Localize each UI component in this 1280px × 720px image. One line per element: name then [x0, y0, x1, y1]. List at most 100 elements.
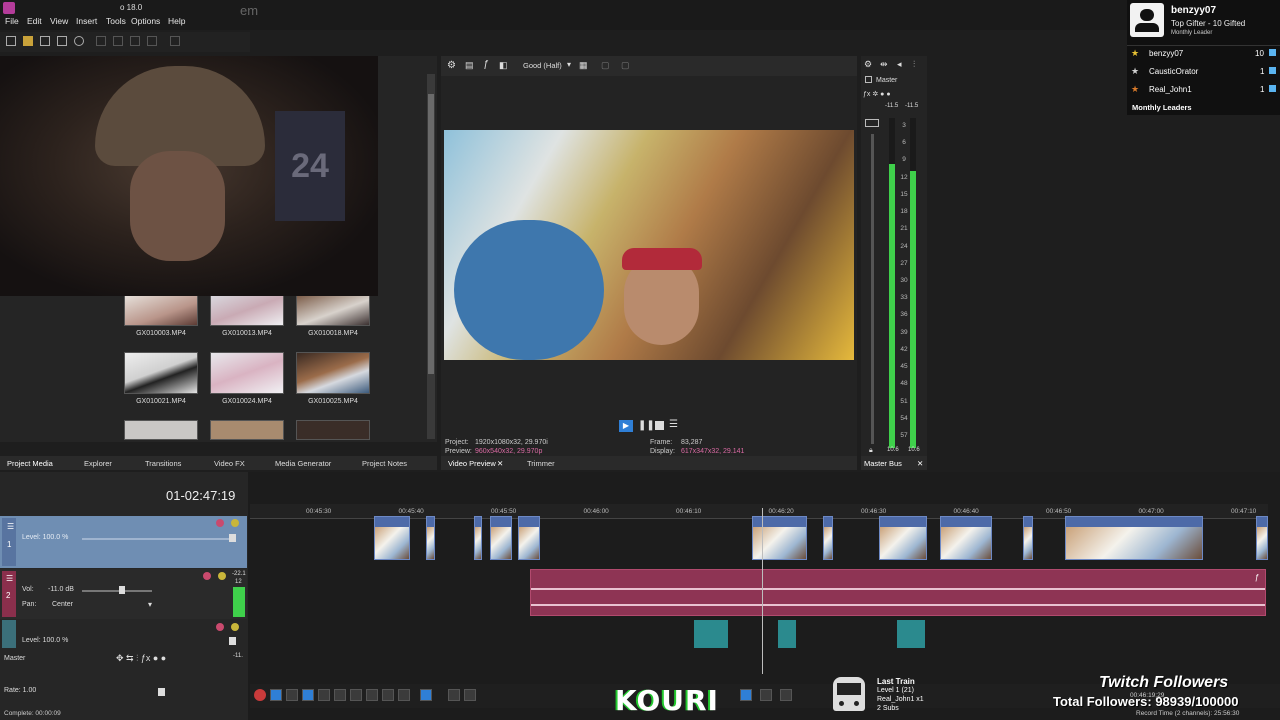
save-icon[interactable]: [40, 36, 50, 46]
envelope-tool-button[interactable]: [448, 689, 460, 701]
mute-icon[interactable]: [216, 519, 224, 527]
settings-icon[interactable]: ⚙: [864, 59, 872, 70]
dim-icon[interactable]: ◂: [897, 59, 902, 70]
media-thumbnail[interactable]: [210, 294, 284, 326]
audio-clip[interactable]: ƒ: [530, 569, 1266, 616]
tab-explorer[interactable]: Explorer: [84, 459, 112, 468]
new-file-icon[interactable]: [6, 36, 16, 46]
tab-trimmer[interactable]: Trimmer: [527, 459, 555, 468]
video-clip[interactable]: [374, 516, 410, 560]
pause-button[interactable]: [318, 689, 330, 701]
level-track-header[interactable]: Level: 100.0 %: [0, 620, 247, 650]
media-thumbnail[interactable]: [296, 420, 370, 440]
media-thumbnail[interactable]: [210, 352, 284, 394]
record-button[interactable]: [254, 689, 266, 701]
settings-icon[interactable]: [74, 36, 84, 46]
stop-button[interactable]: [655, 421, 664, 430]
pause-button[interactable]: ❚❚: [638, 420, 655, 431]
overlay-clip[interactable]: [778, 620, 796, 648]
fx-icon[interactable]: ƒ: [1255, 573, 1259, 582]
save-as-icon[interactable]: [57, 36, 67, 46]
video-clip[interactable]: [426, 516, 435, 560]
video-clip[interactable]: [474, 516, 482, 560]
playhead[interactable]: [762, 508, 763, 674]
preview-quality-dropdown[interactable]: Good (Half): [523, 61, 562, 70]
downmix-icon[interactable]: ⇹: [880, 59, 888, 70]
solo-icon[interactable]: [218, 572, 226, 580]
edit-tool-button[interactable]: [420, 689, 432, 701]
menu-tools[interactable]: Tools: [106, 16, 126, 26]
media-scrollbar[interactable]: [427, 74, 435, 439]
master-fx-icons[interactable]: ƒx ✲ ● ●: [863, 90, 891, 98]
selection-tool-button[interactable]: [464, 689, 476, 701]
undo-icon[interactable]: [147, 36, 157, 46]
snapping-button[interactable]: [740, 689, 752, 701]
media-thumbnail[interactable]: [210, 420, 284, 440]
master-row-icons[interactable]: ✥ ⇆ ⫶ ƒx ● ●: [116, 653, 166, 664]
rate-handle[interactable]: [158, 688, 165, 696]
link-faders-button[interactable]: [865, 119, 879, 127]
tab-media-generator[interactable]: Media Generator: [275, 459, 331, 468]
media-thumbnail[interactable]: [124, 352, 198, 394]
menu-view[interactable]: View: [50, 16, 68, 26]
close-icon[interactable]: ✕: [497, 459, 503, 468]
video-clip[interactable]: [940, 516, 992, 560]
video-clip[interactable]: [1256, 516, 1268, 560]
menu-help[interactable]: Help: [168, 16, 185, 26]
settings-icon[interactable]: ⚙: [447, 60, 456, 71]
video-clip[interactable]: [823, 516, 833, 560]
video-clip[interactable]: [1065, 516, 1203, 560]
menu-insert[interactable]: Insert: [76, 16, 97, 26]
go-to-end-button[interactable]: [366, 689, 378, 701]
chevron-down-icon[interactable]: ▾: [567, 60, 571, 69]
master-fader-track[interactable]: [871, 134, 874, 444]
tab-project-notes[interactable]: Project Notes: [362, 459, 407, 468]
play-button[interactable]: ▶: [619, 420, 633, 432]
properties-icon[interactable]: ▤: [465, 60, 474, 71]
level-handle[interactable]: [229, 637, 236, 645]
menu-edit[interactable]: Edit: [27, 16, 42, 26]
vol-handle[interactable]: [119, 586, 125, 594]
prev-frame-button[interactable]: [382, 689, 394, 701]
play-from-start-button[interactable]: [286, 689, 298, 701]
menu-options[interactable]: Options: [131, 16, 160, 26]
vol-slider[interactable]: [82, 590, 152, 592]
tab-video-preview[interactable]: Video Preview: [448, 459, 496, 468]
tab-master-bus[interactable]: Master Bus: [864, 459, 902, 468]
loop-button[interactable]: [270, 689, 282, 701]
video-level-handle[interactable]: [229, 534, 236, 542]
video-clip[interactable]: [518, 516, 540, 560]
video-clip[interactable]: [752, 516, 807, 560]
overlays-icon[interactable]: ▦: [579, 60, 588, 71]
menu-file[interactable]: File: [5, 16, 19, 26]
overlay-clip[interactable]: [897, 620, 925, 648]
mute-icon[interactable]: [216, 623, 224, 631]
solo-icon[interactable]: [231, 623, 239, 631]
tab-project-media[interactable]: Project Media: [7, 459, 53, 468]
media-thumbnail[interactable]: [296, 352, 370, 394]
video-level-slider[interactable]: [82, 538, 230, 540]
mute-icon[interactable]: [203, 572, 211, 580]
video-clip[interactable]: [490, 516, 512, 560]
stop-button[interactable]: [334, 689, 346, 701]
solo-icon[interactable]: [231, 519, 239, 527]
next-frame-button[interactable]: [398, 689, 410, 701]
media-thumbnail[interactable]: [124, 420, 198, 440]
go-to-start-button[interactable]: [350, 689, 362, 701]
mixer-icon[interactable]: ⫶: [913, 59, 915, 70]
paste-icon[interactable]: [130, 36, 140, 46]
fx-icon[interactable]: ƒ: [483, 59, 489, 70]
open-folder-icon[interactable]: [23, 36, 33, 46]
auto-ripple-button[interactable]: [760, 689, 772, 701]
media-thumbnail[interactable]: [124, 294, 198, 326]
tab-transitions[interactable]: Transitions: [145, 459, 181, 468]
copy-snapshot-icon[interactable]: ▢: [601, 60, 610, 71]
cut-icon[interactable]: [96, 36, 106, 46]
master-checkbox[interactable]: [865, 76, 872, 83]
menu-icon[interactable]: ☰: [669, 419, 678, 430]
close-icon[interactable]: ✕: [917, 459, 923, 468]
save-snapshot-icon[interactable]: ▢: [621, 60, 630, 71]
tab-video-fx[interactable]: Video FX: [214, 459, 245, 468]
audio-track-header[interactable]: ☰ 2 Vol: -11.0 dB Pan: Center ▾ -22.1 12: [0, 569, 247, 619]
split-screen-icon[interactable]: ◧: [499, 60, 508, 71]
